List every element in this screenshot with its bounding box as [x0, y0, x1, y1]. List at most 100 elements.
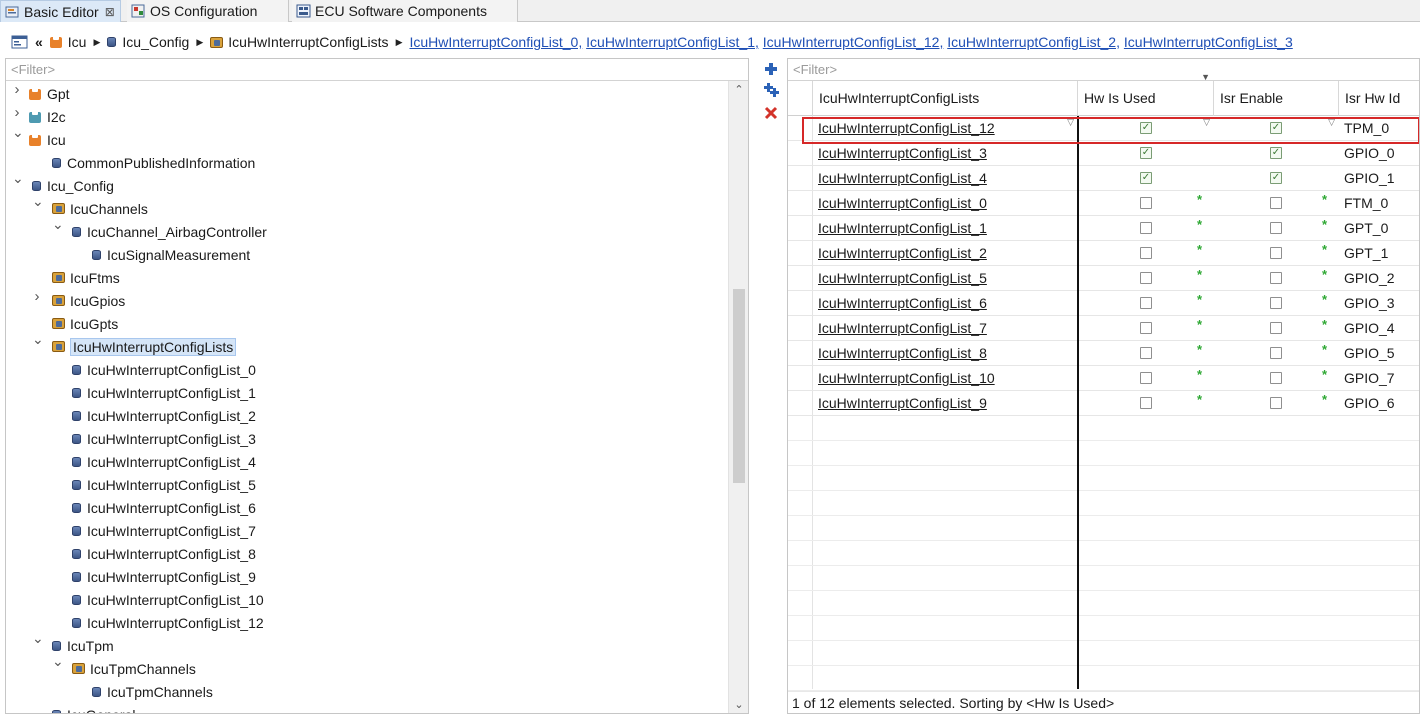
tree-node[interactable]: IcuHwInterruptConfigList_12	[72, 611, 264, 634]
cell-name[interactable]: IcuHwInterruptConfigList_6	[818, 291, 987, 316]
cell-name[interactable]: IcuHwInterruptConfigList_7	[818, 316, 987, 341]
table-row[interactable]: IcuHwInterruptConfigList_0 * * FTM_0	[788, 191, 1419, 216]
isr-enable-checkbox[interactable]	[1270, 347, 1282, 359]
isr-enable-checkbox[interactable]	[1270, 197, 1282, 209]
isr-enable-checkbox[interactable]: ✓	[1270, 147, 1282, 159]
row-name-link[interactable]: IcuHwInterruptConfigList_8	[818, 345, 987, 361]
tree-node[interactable]: IcuHwInterruptConfigList_0	[72, 358, 256, 381]
breadcrumb-link-list-0[interactable]: IcuHwInterruptConfigList_0,	[409, 34, 582, 50]
cell-name[interactable]: IcuHwInterruptConfigList_4	[818, 166, 987, 191]
table-row[interactable]: IcuHwInterruptConfigList_9 * * GPIO_6	[788, 391, 1419, 416]
row-name-link[interactable]: IcuHwInterruptConfigList_2	[818, 245, 987, 261]
tree-node[interactable]: ⌄ IcuTpmChannels	[52, 653, 196, 680]
close-icon[interactable]: ⊠	[105, 5, 115, 19]
hw-is-used-checkbox[interactable]	[1140, 347, 1152, 359]
tree-node[interactable]: IcuFtms	[52, 266, 120, 289]
collapse-arrow-icon[interactable]: ⌄	[32, 630, 44, 647]
tree-node[interactable]: IcuHwInterruptConfigList_9	[72, 565, 256, 588]
tree-node[interactable]: IcuHwInterruptConfigList_6	[72, 496, 256, 519]
hw-is-used-checkbox[interactable]: ✓	[1140, 147, 1152, 159]
tree-node[interactable]: › Gpt	[15, 81, 70, 105]
cell-isr-hw-id[interactable]: GPIO_3	[1344, 291, 1395, 316]
hw-is-used-checkbox[interactable]	[1140, 322, 1152, 334]
expand-arrow-icon[interactable]: ›	[32, 288, 42, 305]
row-name-link[interactable]: IcuHwInterruptConfigList_7	[818, 320, 987, 336]
tree-filter-input[interactable]: <Filter>	[6, 59, 748, 81]
tree-node[interactable]: › IcuGpios	[35, 288, 126, 312]
tree-node[interactable]: IcuSignalMeasurement	[92, 243, 250, 266]
row-name-link[interactable]: IcuHwInterruptConfigList_1	[818, 220, 987, 236]
tree-node[interactable]: IcuHwInterruptConfigList_7	[72, 519, 256, 542]
cell-isr-hw-id[interactable]: GPIO_6	[1344, 391, 1395, 416]
hw-is-used-checkbox[interactable]	[1140, 372, 1152, 384]
row-name-link[interactable]: IcuHwInterruptConfigList_0	[818, 195, 987, 211]
tree-node[interactable]: IcuHwInterruptConfigList_1	[72, 381, 256, 404]
tree-node[interactable]: ⌄ Icu_Config	[12, 170, 114, 197]
collapse-arrow-icon[interactable]: ⌄	[12, 124, 24, 141]
tree-node[interactable]: IcuHwInterruptConfigList_4	[72, 450, 256, 473]
breadcrumb-link-list-2[interactable]: IcuHwInterruptConfigList_2,	[947, 34, 1120, 50]
cell-isr-hw-id[interactable]: FTM_0	[1344, 191, 1388, 216]
isr-enable-checkbox[interactable]	[1270, 297, 1282, 309]
tree-node[interactable]: ⌄ IcuHwInterruptConfigLists	[32, 331, 237, 358]
cell-isr-hw-id[interactable]: GPIO_5	[1344, 341, 1395, 366]
hw-is-used-checkbox[interactable]: ✓	[1140, 172, 1152, 184]
table-row[interactable]: IcuHwInterruptConfigList_10 * * GPIO_7	[788, 366, 1419, 391]
column-header-isr-enable[interactable]: Isr Enable ▽	[1214, 81, 1339, 127]
tree-node[interactable]: IcuTpmChannels	[92, 680, 213, 703]
isr-enable-checkbox[interactable]	[1270, 372, 1282, 384]
breadcrumb-link-list-3[interactable]: IcuHwInterruptConfigList_3	[1124, 34, 1293, 50]
cell-name[interactable]: IcuHwInterruptConfigList_5	[818, 266, 987, 291]
table-row[interactable]: IcuHwInterruptConfigList_2 * * GPT_1	[788, 241, 1419, 266]
tree-node[interactable]: IcuHwInterruptConfigList_2	[72, 404, 256, 427]
tree-node[interactable]: › I2c	[15, 104, 66, 128]
table-row[interactable]: IcuHwInterruptConfigList_8 * * GPIO_5	[788, 341, 1419, 366]
scroll-down-icon[interactable]: ⌄	[729, 698, 748, 711]
row-name-link[interactable]: IcuHwInterruptConfigList_9	[818, 395, 987, 411]
add-icon[interactable]	[763, 62, 779, 78]
collapse-arrow-icon[interactable]: ⌄	[12, 170, 24, 187]
tree-node[interactable]: ⌄ Icu	[12, 124, 66, 151]
tree-node[interactable]: IcuGpts	[52, 312, 118, 335]
cell-name[interactable]: IcuHwInterruptConfigList_3	[818, 141, 987, 166]
isr-enable-checkbox[interactable]	[1270, 397, 1282, 409]
collapse-arrow-icon[interactable]: ⌄	[52, 653, 64, 670]
isr-enable-checkbox[interactable]	[1270, 272, 1282, 284]
breadcrumb-view-icon[interactable]	[11, 34, 29, 50]
breadcrumb-back-button[interactable]: «	[35, 34, 43, 50]
row-name-link[interactable]: IcuHwInterruptConfigList_4	[818, 170, 987, 186]
expand-arrow-icon[interactable]: ›	[12, 104, 22, 121]
tree-vertical-scrollbar[interactable]: ⌃ ⌄	[728, 81, 748, 713]
expand-arrow-icon[interactable]: ›	[12, 81, 22, 98]
tree-node[interactable]: IcuHwInterruptConfigList_8	[72, 542, 256, 565]
tree-node[interactable]: ⌄ IcuChannels	[32, 193, 148, 220]
tree-node[interactable]: ⌄ IcuChannel_AirbagController	[52, 216, 267, 243]
cell-isr-hw-id[interactable]: GPIO_1	[1344, 166, 1395, 191]
collapse-arrow-icon[interactable]: ⌄	[32, 193, 44, 210]
isr-enable-checkbox[interactable]	[1270, 222, 1282, 234]
breadcrumb-link-list-1[interactable]: IcuHwInterruptConfigList_1,	[586, 34, 759, 50]
row-name-link[interactable]: IcuHwInterruptConfigList_3	[818, 145, 987, 161]
delete-icon[interactable]	[763, 106, 779, 122]
row-name-link[interactable]: IcuHwInterruptConfigList_6	[818, 295, 987, 311]
cell-isr-hw-id[interactable]: GPT_1	[1344, 241, 1388, 266]
hw-is-used-checkbox[interactable]	[1140, 197, 1152, 209]
tab-ecu-software-components[interactable]: ECU Software Components	[292, 0, 518, 22]
cell-isr-hw-id[interactable]: GPIO_7	[1344, 366, 1395, 391]
isr-enable-checkbox[interactable]: ✓	[1270, 172, 1282, 184]
tree-node[interactable]: IcuHwInterruptConfigList_5	[72, 473, 256, 496]
tree-node[interactable]: CommonPublishedInformation	[52, 151, 255, 174]
cell-name[interactable]: IcuHwInterruptConfigList_2	[818, 241, 987, 266]
table-row[interactable]: IcuHwInterruptConfigList_6 * * GPIO_3	[788, 291, 1419, 316]
cell-name[interactable]: IcuHwInterruptConfigList_10	[818, 366, 995, 391]
breadcrumb-link-list-12[interactable]: IcuHwInterruptConfigList_12,	[763, 34, 944, 50]
cell-isr-hw-id[interactable]: GPIO_0	[1344, 141, 1395, 166]
cell-isr-hw-id[interactable]: GPIO_2	[1344, 266, 1395, 291]
table-row[interactable]: IcuHwInterruptConfigList_5 * * GPIO_2	[788, 266, 1419, 291]
breadcrumb-item-hw-interrupt-lists[interactable]: IcuHwInterruptConfigLists	[210, 34, 389, 50]
hw-is-used-checkbox[interactable]	[1140, 397, 1152, 409]
table-row[interactable]: IcuHwInterruptConfigList_1 * * GPT_0	[788, 216, 1419, 241]
breadcrumb-item-icu[interactable]: Icu	[49, 34, 86, 50]
hw-is-used-checkbox[interactable]	[1140, 297, 1152, 309]
table-row[interactable]: IcuHwInterruptConfigList_7 * * GPIO_4	[788, 316, 1419, 341]
